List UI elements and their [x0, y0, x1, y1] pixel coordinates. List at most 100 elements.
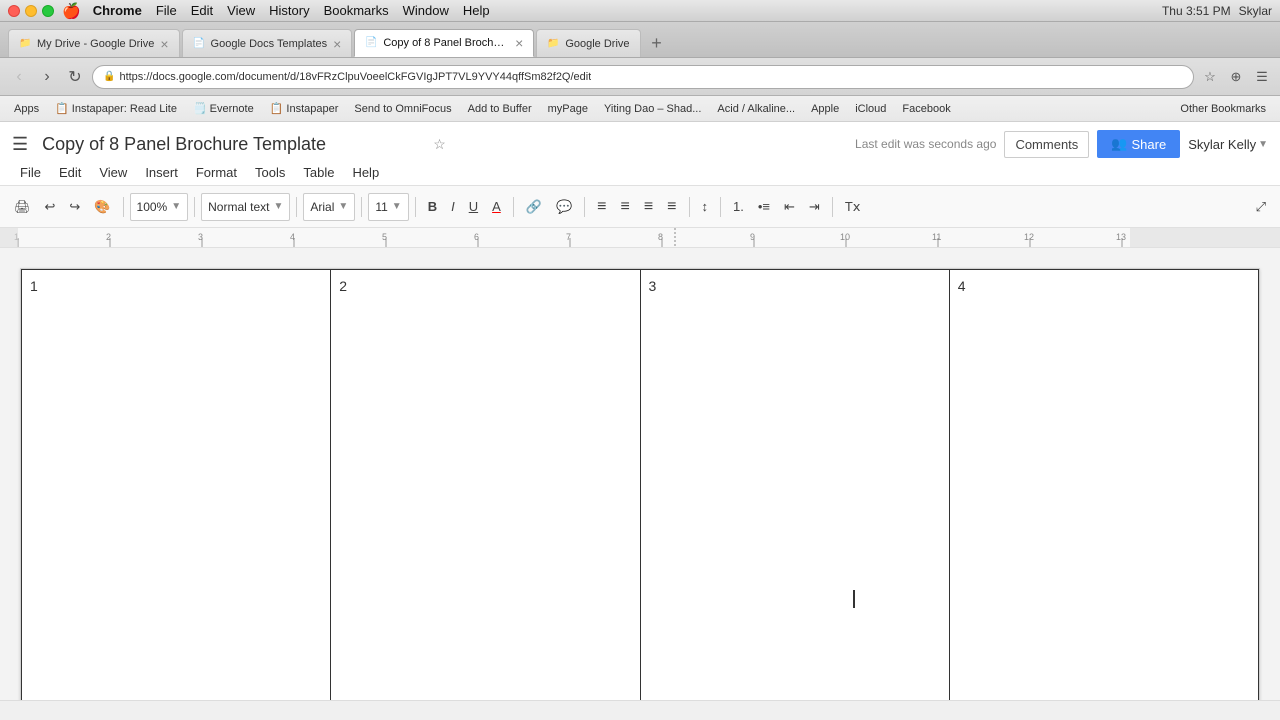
other-bookmarks[interactable]: Other Bookmarks — [1174, 101, 1272, 117]
indent-less-button[interactable]: ⇤ — [778, 193, 801, 221]
bookmark-buffer[interactable]: Add to Buffer — [462, 101, 538, 117]
docs-menu-edit[interactable]: Edit — [51, 162, 89, 183]
indent-more-button[interactable]: ⇥ — [803, 193, 826, 221]
paint-format-button[interactable]: 🎨 — [88, 193, 116, 221]
bookmark-evernote[interactable]: 🗒️ Evernote — [187, 100, 260, 117]
comments-button[interactable]: Comments — [1004, 131, 1089, 158]
share-button[interactable]: 👥 Share — [1097, 130, 1180, 158]
tab-my-drive[interactable]: 📁 My Drive - Google Drive × — [8, 29, 180, 57]
tab-brochure[interactable]: 📄 Copy of 8 Panel Brochure... × — [354, 29, 534, 57]
bookmark-label-5: Add to Buffer — [468, 103, 532, 115]
panel-cell-1[interactable]: 1 — [22, 270, 331, 701]
bookmark-acid[interactable]: Acid / Alkaline... — [711, 101, 801, 117]
bookmark-label-1: Instapaper: Read Lite — [72, 103, 177, 115]
svg-text:12: 12 — [1024, 232, 1034, 242]
bookmark-instapaper-read[interactable]: 📋 Instapaper: Read Lite — [49, 100, 183, 117]
user-chevron-icon: ▼ — [1258, 139, 1268, 150]
docs-hamburger-icon[interactable]: ☰ — [12, 134, 28, 155]
panel-cell-4[interactable]: 4 — [949, 270, 1258, 701]
os-menu-window[interactable]: Window — [403, 3, 449, 18]
tab-close-1[interactable]: × — [160, 36, 168, 52]
bookmark-apple[interactable]: Apple — [805, 101, 845, 117]
style-select[interactable]: Normal text ▼ — [201, 193, 290, 221]
minimize-button[interactable] — [25, 5, 37, 17]
new-tab-button[interactable]: + — [643, 29, 671, 57]
status-bar — [0, 700, 1280, 720]
zoom-value: 100% — [137, 200, 168, 214]
list-bullet-button[interactable]: •≡ — [752, 193, 776, 221]
bookmark-icloud[interactable]: iCloud — [849, 101, 892, 117]
os-menu-chrome[interactable]: Chrome — [93, 3, 142, 18]
docs-menu-help[interactable]: Help — [344, 162, 387, 183]
docs-header-right: Comments 👥 Share Skylar Kelly ▼ — [1004, 130, 1268, 158]
url-bar[interactable]: 🔒 https://docs.google.com/document/d/18v… — [92, 65, 1194, 89]
bookmark-omnifocus[interactable]: Send to OmniFocus — [348, 101, 457, 117]
tab-docs-templates[interactable]: 📄 Google Docs Templates × — [182, 29, 353, 57]
underline-button[interactable]: U — [463, 193, 484, 221]
bold-button[interactable]: B — [422, 193, 443, 221]
tab-google-drive[interactable]: 📁 Google Drive — [536, 29, 640, 57]
tab-title-1: My Drive - Google Drive — [37, 38, 154, 50]
close-button[interactable] — [8, 5, 20, 17]
print-button[interactable]: 🖨 — [8, 193, 37, 221]
panel-cell-3[interactable]: 3 — [640, 270, 949, 701]
bookmark-mypage[interactable]: myPage — [542, 101, 594, 117]
docs-menu-table[interactable]: Table — [295, 162, 342, 183]
maximize-button[interactable] — [42, 5, 54, 17]
bookmark-apps[interactable]: Apps — [8, 101, 45, 117]
bookmark-instapaper[interactable]: 📋 Instapaper — [264, 100, 345, 117]
docs-menu-insert[interactable]: Insert — [137, 162, 186, 183]
redo-button[interactable]: ↪ — [63, 193, 86, 221]
os-menu-edit[interactable]: Edit — [191, 3, 213, 18]
docs-menu-row: File Edit View Insert Format Tools Table… — [12, 162, 1268, 183]
bookmark-yiting[interactable]: Yiting Dao – Shad... — [598, 101, 707, 117]
apple-menu[interactable]: 🍎 — [62, 2, 81, 20]
docs-menu-format[interactable]: Format — [188, 162, 245, 183]
panel-cell-2[interactable]: 2 — [331, 270, 640, 701]
user-name[interactable]: Skylar Kelly ▼ — [1188, 137, 1268, 152]
clear-format-button[interactable]: T𝗑 — [839, 193, 867, 221]
back-button[interactable]: ‹ — [8, 66, 30, 88]
forward-button[interactable]: › — [36, 66, 58, 88]
bookmark-star-icon[interactable]: ☆ — [1200, 67, 1220, 87]
list-numbered-button[interactable]: 1. — [727, 193, 750, 221]
docs-menu-file[interactable]: File — [12, 162, 49, 183]
doc-area[interactable]: 1 2 3 4 — [0, 248, 1280, 700]
bookmark-facebook[interactable]: Facebook — [896, 101, 956, 117]
font-select[interactable]: Arial ▼ — [303, 193, 355, 221]
justify-button[interactable]: ≡ — [661, 193, 682, 221]
os-menu-bookmarks[interactable]: Bookmarks — [324, 3, 389, 18]
line-spacing-button[interactable]: ↕ — [696, 193, 715, 221]
panel-number-4: 4 — [958, 278, 966, 294]
tab-close-3[interactable]: × — [515, 35, 523, 51]
link-button[interactable]: 🔗 — [520, 193, 548, 221]
font-size-select[interactable]: 11 ▼ — [368, 193, 408, 221]
docs-star-icon[interactable]: ☆ — [433, 136, 446, 153]
os-menu-help[interactable]: Help — [463, 3, 490, 18]
align-right-button[interactable]: ≡ — [638, 193, 659, 221]
toolbar-right-section: ⤢ — [1250, 193, 1272, 221]
browser-action-2[interactable]: ☰ — [1252, 67, 1272, 87]
zoom-select[interactable]: 100% ▼ — [130, 193, 189, 221]
align-left-button[interactable]: ≡ — [591, 193, 612, 221]
comment-button[interactable]: 💬 — [550, 193, 578, 221]
bookmark-label-3: Instapaper — [286, 103, 338, 115]
font-value: Arial — [310, 200, 334, 214]
tab-close-2[interactable]: × — [333, 36, 341, 52]
svg-text:2: 2 — [106, 232, 111, 242]
text-color-button[interactable]: A — [486, 193, 507, 221]
italic-button[interactable]: I — [445, 193, 461, 221]
align-center-button[interactable]: ≡ — [614, 193, 635, 221]
os-menu-view[interactable]: View — [227, 3, 255, 18]
bookmark-icon-2: 🗒️ — [193, 102, 207, 115]
undo-button[interactable]: ↩ — [39, 193, 62, 221]
os-menu-file[interactable]: File — [156, 3, 177, 18]
docs-menu-tools[interactable]: Tools — [247, 162, 293, 183]
expand-toolbar-button[interactable]: ⤢ — [1250, 193, 1272, 221]
docs-title[interactable]: Copy of 8 Panel Brochure Template — [42, 134, 425, 155]
reload-button[interactable]: ↻ — [64, 66, 86, 88]
svg-text:11: 11 — [932, 232, 941, 242]
docs-menu-view[interactable]: View — [91, 162, 135, 183]
browser-action-1[interactable]: ⊕ — [1226, 67, 1246, 87]
os-menu-history[interactable]: History — [269, 3, 309, 18]
